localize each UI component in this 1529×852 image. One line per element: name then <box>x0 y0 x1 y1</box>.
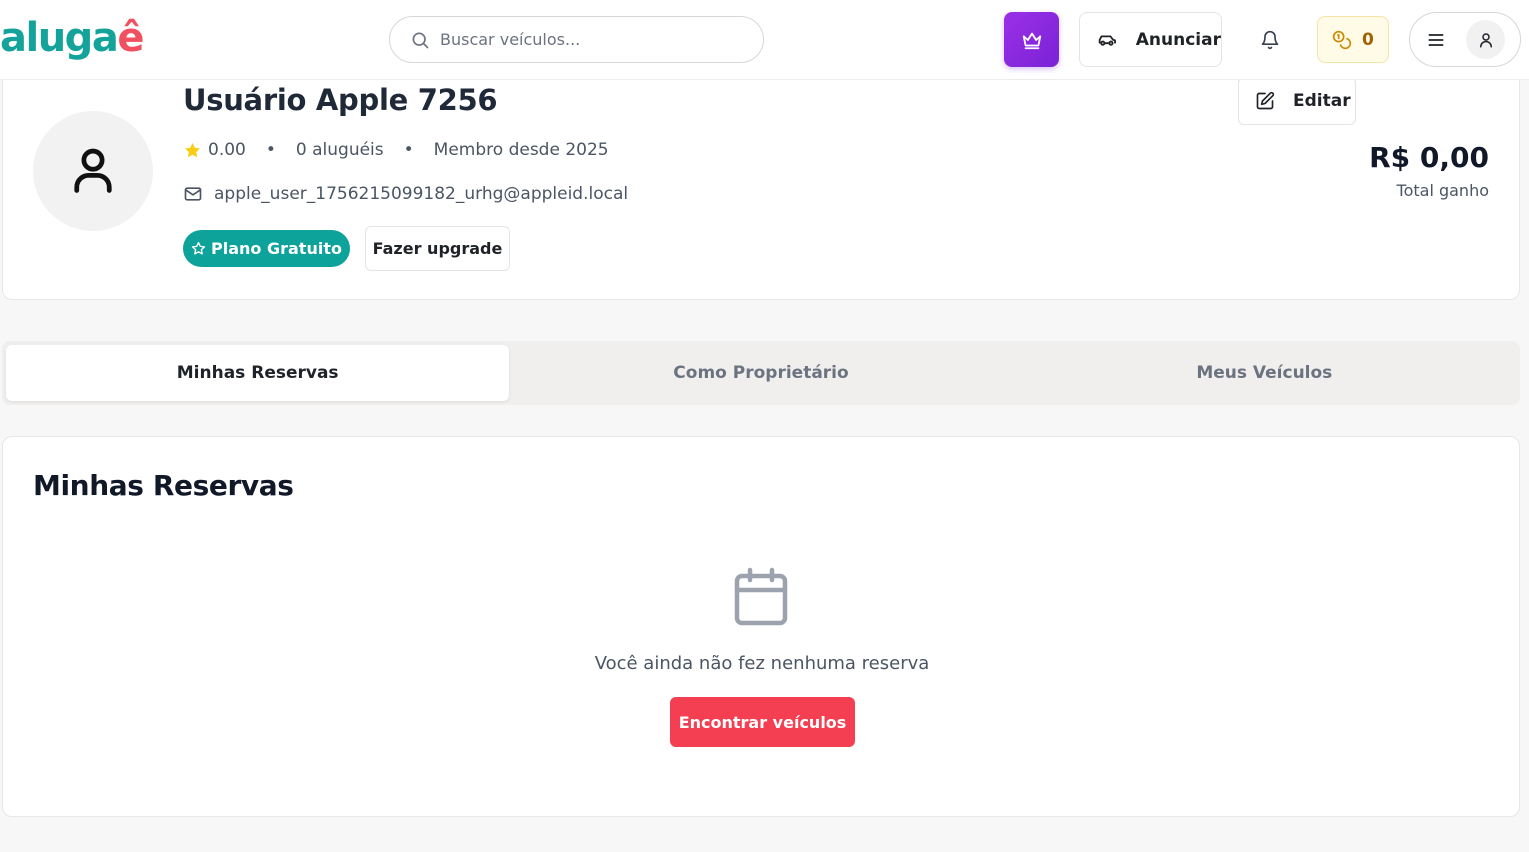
tab-as-owner[interactable]: Como Proprietário <box>509 345 1012 401</box>
tab-my-vehicles[interactable]: Meus Veículos <box>1013 345 1516 401</box>
profile-stats: 0.00 • 0 aluguéis • Membro desde 2025 <box>183 139 609 161</box>
top-navbar: alugaê Anunciar 0 <box>0 0 1529 80</box>
upgrade-label: Fazer upgrade <box>372 239 503 258</box>
rating-value: 0.00 <box>208 140 246 160</box>
email-row: apple_user_1756215099182_urhg@appleid.lo… <box>183 183 628 205</box>
total-earned-label: Total ganho <box>1396 181 1489 200</box>
advertise-button[interactable]: Anunciar <box>1079 12 1222 67</box>
profile-name: Usuário Apple 7256 <box>183 83 498 117</box>
profile-card: Usuário Apple 7256 0.00 • 0 aluguéis • M… <box>2 62 1520 300</box>
logo-text-main: aluga <box>0 15 119 61</box>
separator-dot: • <box>265 140 276 160</box>
calendar-icon <box>734 567 788 626</box>
search-icon <box>412 32 429 48</box>
separator-dot: • <box>403 140 414 160</box>
profile-tabs: Minhas Reservas Como Proprietário Meus V… <box>2 341 1520 405</box>
total-earned-amount: R$ 0,00 <box>1369 141 1489 174</box>
logo-text-accent: ê <box>117 15 144 61</box>
app-logo[interactable]: alugaê <box>0 8 160 68</box>
reservations-panel: Minhas Reservas Você ainda não fez nenhu… <box>2 436 1520 817</box>
empty-state-message: Você ainda não fez nenhuma reserva <box>594 653 930 674</box>
coins-button[interactable]: 0 <box>1317 16 1389 63</box>
plan-label: Plano Gratuito <box>211 239 342 258</box>
notifications-button[interactable] <box>1250 20 1290 60</box>
premium-button[interactable] <box>1004 12 1059 67</box>
edit-profile-button[interactable]: Editar <box>1238 77 1356 125</box>
profile-avatar[interactable] <box>33 111 153 231</box>
mail-icon <box>184 187 202 201</box>
search-bar[interactable] <box>389 16 764 63</box>
find-vehicles-label: Encontrar veículos <box>678 712 847 732</box>
member-since: Membro desde 2025 <box>433 140 609 160</box>
star-outline-icon <box>191 241 206 255</box>
user-avatar-small <box>1466 20 1505 59</box>
edit-icon <box>1256 91 1275 110</box>
user-icon <box>74 148 112 193</box>
email-address: apple_user_1756215099182_urhg@appleid.lo… <box>214 184 629 204</box>
star-icon <box>184 142 201 157</box>
rentals-count: 0 aluguéis <box>295 140 384 160</box>
hamburger-menu-icon <box>1428 33 1444 46</box>
user-menu-button[interactable] <box>1409 12 1521 67</box>
advertise-label: Anunciar <box>1135 29 1221 50</box>
plan-badge: Plano Gratuito <box>183 230 350 267</box>
edit-label: Editar <box>1293 91 1351 111</box>
upgrade-button[interactable]: Fazer upgrade <box>365 226 510 271</box>
car-icon <box>1098 34 1116 46</box>
find-vehicles-button[interactable]: Encontrar veículos <box>670 697 855 747</box>
user-icon <box>1479 32 1492 47</box>
coins-count: 0 <box>1362 29 1374 50</box>
search-input[interactable] <box>440 30 740 49</box>
tab-my-reservations[interactable]: Minhas Reservas <box>6 345 510 401</box>
section-title: Minhas Reservas <box>33 469 294 502</box>
coins-icon <box>1332 30 1352 49</box>
crown-icon <box>1022 32 1041 49</box>
bell-icon <box>1261 30 1279 50</box>
